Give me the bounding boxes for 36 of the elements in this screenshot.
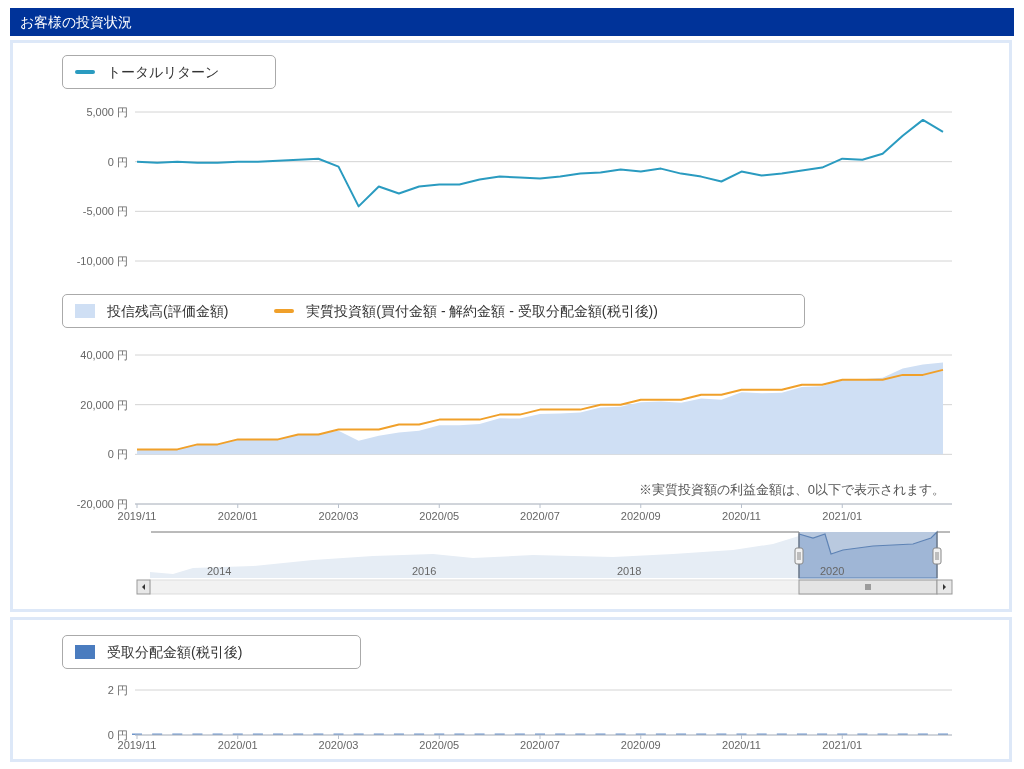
legend-label: 実質投資額(買付金額 - 解約金額 - 受取分配金額(税引後)) bbox=[306, 301, 658, 321]
x-axis-label: 2020/11 bbox=[722, 739, 761, 751]
legend-label: 受取分配金額(税引後) bbox=[107, 642, 243, 662]
x-axis-label: 2020/03 bbox=[318, 510, 359, 522]
x-axis-label: 2020/01 bbox=[217, 739, 258, 751]
y-axis-label: 2 円 bbox=[107, 684, 128, 696]
chart-note: ※実質投資額の利益金額は、0以下で表示されます。 bbox=[638, 482, 945, 497]
x-axis-label: 2020/09 bbox=[620, 739, 661, 751]
x-axis-label: 2020/11 bbox=[722, 510, 761, 522]
navigator-year-label: 2016 bbox=[412, 565, 437, 577]
x-axis-label: 2020/01 bbox=[217, 510, 258, 522]
x-axis-label: 2019/11 bbox=[117, 739, 157, 751]
navigator-year-label: 2020 bbox=[820, 565, 845, 577]
x-axis-label: 2020/05 bbox=[419, 510, 460, 522]
y-axis-label: 5,000 円 bbox=[86, 106, 128, 118]
x-axis-label: 2020/07 bbox=[520, 739, 560, 751]
x-axis-label: 2021/01 bbox=[822, 739, 863, 751]
y-axis-label: 0 円 bbox=[107, 729, 128, 741]
legend-label: トータルリターン bbox=[107, 62, 219, 82]
navigator-year-label: 2014 bbox=[207, 565, 232, 577]
x-axis-label: 2020/05 bbox=[419, 739, 460, 751]
section-title: お客様の投資状況 bbox=[20, 12, 132, 32]
x-axis-label: 2020/03 bbox=[318, 739, 359, 751]
navigator-year-label: 2018 bbox=[617, 565, 642, 577]
y-axis-label: 40,000 円 bbox=[80, 349, 128, 361]
x-axis-label: 2020/09 bbox=[620, 510, 661, 522]
y-axis-label: 0 円 bbox=[107, 155, 128, 168]
y-axis-label: 20,000 円 bbox=[80, 398, 128, 411]
x-axis-label: 2019/11 bbox=[117, 510, 157, 522]
y-axis-label: 0 円 bbox=[107, 448, 128, 461]
y-axis-label: -5,000 円 bbox=[82, 205, 128, 218]
y-axis-label: -10,000 円 bbox=[76, 255, 128, 267]
x-axis-label: 2021/01 bbox=[822, 510, 863, 522]
legend-label: 投信残高(評価金額) bbox=[107, 301, 229, 321]
y-axis-label: -20,000 円 bbox=[76, 498, 128, 510]
x-axis-label: 2020/07 bbox=[520, 510, 560, 522]
